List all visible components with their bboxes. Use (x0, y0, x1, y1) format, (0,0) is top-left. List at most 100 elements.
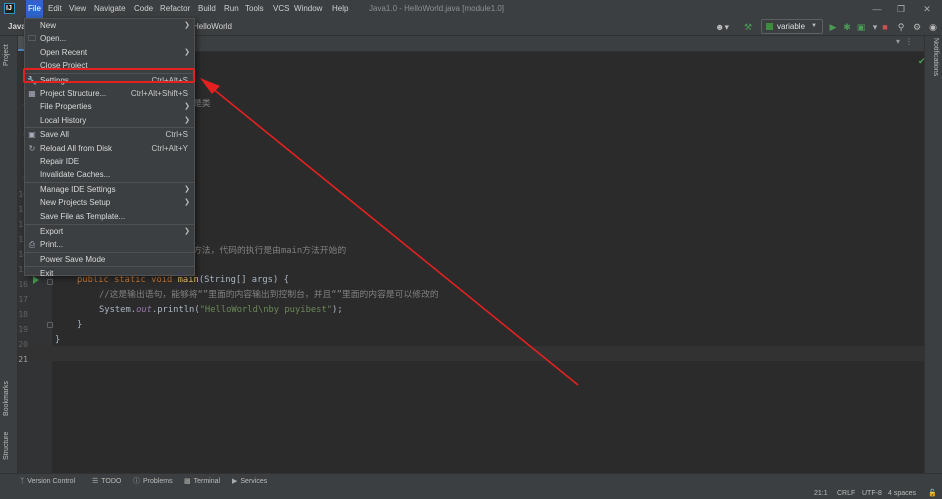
menu-help[interactable]: Help (330, 0, 350, 18)
structure-tool-window-button[interactable]: Structure (3, 432, 10, 460)
file-menu-item-label: Save File as Template... (40, 211, 126, 221)
line-number: 21 (18, 355, 28, 364)
lock-icon[interactable]: 🔓 (928, 488, 937, 499)
menu-run[interactable]: Run (222, 0, 241, 18)
file-menu-item-label: Save All (40, 130, 69, 140)
more-run-icon[interactable]: ▾ (870, 20, 880, 34)
file-menu-item-invalidate-caches[interactable]: Invalidate Caches... (25, 168, 194, 181)
menu-refactor[interactable]: Refactor (158, 0, 192, 18)
stop-icon[interactable]: ■ (880, 20, 890, 34)
code-line-18: System.out.println("HelloWorld\nby puyib… (99, 305, 343, 315)
code-line-19: } (77, 320, 83, 330)
file-menu-item-power-save-mode[interactable]: Power Save Mode (25, 253, 194, 266)
file-menu-item-new-projects-setup[interactable]: New Projects Setup ❯ (25, 196, 194, 209)
problems-button[interactable]: ⓘ Problems (133, 474, 173, 489)
fold-marker-icon[interactable] (47, 322, 53, 328)
file-menu-item-repair-ide[interactable]: Repair IDE (25, 155, 194, 168)
file-menu-item-label: Invalidate Caches... (40, 170, 111, 180)
reload-icon: ↻ (28, 143, 36, 153)
line-number: 19 (18, 325, 28, 334)
search-everywhere-icon[interactable]: ⚲ (896, 20, 906, 34)
file-menu-item-open[interactable]: 🗀 Open... (25, 32, 194, 45)
notifications-tool-window-button[interactable]: Notifications (932, 38, 939, 76)
line-number: 20 (18, 340, 28, 349)
caret-position[interactable]: 21:1 (814, 488, 828, 499)
file-menu-item-file-properties[interactable]: File Properties ❯ (25, 100, 194, 113)
menu-edit[interactable]: Edit (46, 0, 64, 18)
chevron-right-icon: ❯ (184, 199, 190, 207)
file-menu-item-new[interactable]: New ❯ (25, 19, 194, 32)
settings-gear-icon[interactable]: ⚙ (912, 20, 922, 34)
chevron-right-icon: ❯ (184, 116, 190, 124)
file-menu-item-label: New (40, 21, 57, 30)
file-menu-item-label: Exit (40, 269, 54, 279)
save-icon: ▣ (28, 130, 36, 140)
menu-code[interactable]: Code (132, 0, 155, 18)
file-menu-item-shortcut: Ctrl+S (165, 130, 188, 140)
code-line-20: } (55, 335, 61, 345)
debug-icon[interactable]: ✱ (842, 20, 852, 34)
file-menu-item-manage-ide-settings[interactable]: Manage IDE Settings ❯ (25, 183, 194, 196)
chevron-right-icon: ❯ (184, 48, 190, 56)
window-title: Java1.0 - HelloWorld.java [module1.0] (369, 4, 505, 13)
file-menu-item-label: Power Save Mode (40, 254, 106, 264)
file-menu-item-label: Reload All from Disk (40, 143, 113, 153)
file-menu-item-reload-all-from-disk[interactable]: ↻ Reload All from Disk Ctrl+Alt+Y (25, 142, 194, 155)
menu-bar: IJ File Edit View Navigate Code Refactor… (0, 0, 942, 18)
terminal-icon: ▩ (184, 478, 191, 485)
chevron-right-icon: ❯ (184, 186, 190, 194)
problems-icon: ⓘ (133, 478, 140, 485)
file-menu-item-label: Export (40, 226, 64, 236)
menu-build[interactable]: Build (196, 0, 218, 18)
version-control-button[interactable]: ᛉ Version Control (20, 474, 75, 489)
file-menu-item-project-structure[interactable]: ▦ Project Structure... Ctrl+Alt+Shift+S (25, 87, 194, 100)
breadcrumb-file[interactable]: HelloWorld (193, 18, 232, 35)
ide-update-icon[interactable]: ◉ (928, 20, 938, 34)
file-encoding[interactable]: UTF-8 (862, 488, 882, 499)
restore-icon[interactable]: ❐ (890, 0, 912, 18)
menu-file[interactable]: File (26, 0, 43, 18)
file-menu-item-label: New Projects Setup (40, 198, 111, 208)
file-menu-item-open-recent[interactable]: Open Recent ❯ (25, 46, 194, 59)
chevron-right-icon: ❯ (184, 103, 190, 111)
chevron-right-icon: ❯ (184, 22, 190, 29)
indent-setting[interactable]: 4 spaces (888, 488, 916, 499)
services-button[interactable]: ▶ Services (232, 474, 267, 489)
line-separator[interactable]: CRLF (837, 488, 855, 499)
file-menu-item-save-all[interactable]: ▣ Save All Ctrl+S (25, 128, 194, 141)
file-menu-item-exit[interactable]: Exit (25, 267, 194, 280)
settings-annotation-box (23, 68, 195, 83)
menu-view[interactable]: View (67, 0, 88, 18)
menu-window[interactable]: Window (292, 0, 324, 18)
inspection-ok-icon[interactable]: ✔ (918, 56, 926, 67)
file-menu-item-label: Print... (40, 239, 64, 249)
coverage-icon[interactable]: ▣ (856, 20, 866, 34)
right-tool-strip: Notifications (924, 36, 942, 473)
bookmarks-tool-window-button[interactable]: Bookmarks (3, 381, 10, 416)
file-menu-item-label: Project Structure... (40, 89, 107, 98)
file-menu-item-label: Manage IDE Settings (40, 185, 116, 195)
menu-navigate[interactable]: Navigate (92, 0, 128, 18)
file-menu-item-local-history[interactable]: Local History ❯ (25, 114, 194, 127)
todo-button[interactable]: ☰ TODO (92, 474, 121, 489)
tab-actions[interactable]: ▾⋮ (896, 37, 918, 46)
user-icon[interactable]: ☻▾ (712, 20, 732, 34)
current-line-highlight (18, 346, 924, 361)
file-menu-item-label: Open... (40, 34, 67, 44)
menu-vcs[interactable]: VCS (271, 0, 291, 18)
project-structure-icon: ▦ (28, 89, 36, 98)
project-tool-window-button[interactable]: Project (3, 44, 10, 66)
file-menu-item-print[interactable]: ⎙ Print... (25, 238, 194, 251)
folder-icon: 🗀 (28, 34, 36, 44)
file-menu-item-save-file-as-template[interactable]: Save File as Template... (25, 210, 194, 223)
file-menu-item-export[interactable]: Export ❯ (25, 225, 194, 238)
close-window-icon[interactable]: ✕ (916, 0, 938, 18)
chevron-down-icon: ▼ (811, 23, 817, 29)
run-icon[interactable]: ▶ (828, 20, 838, 34)
menu-tools[interactable]: Tools (243, 0, 266, 18)
minimize-icon[interactable]: — (866, 0, 888, 18)
terminal-button[interactable]: ▩ Terminal (184, 474, 220, 489)
file-menu-item-label: Open Recent (40, 47, 88, 57)
hammer-icon[interactable]: ⚒ (742, 20, 754, 34)
run-configuration-select[interactable]: variable ▼ (761, 19, 823, 34)
